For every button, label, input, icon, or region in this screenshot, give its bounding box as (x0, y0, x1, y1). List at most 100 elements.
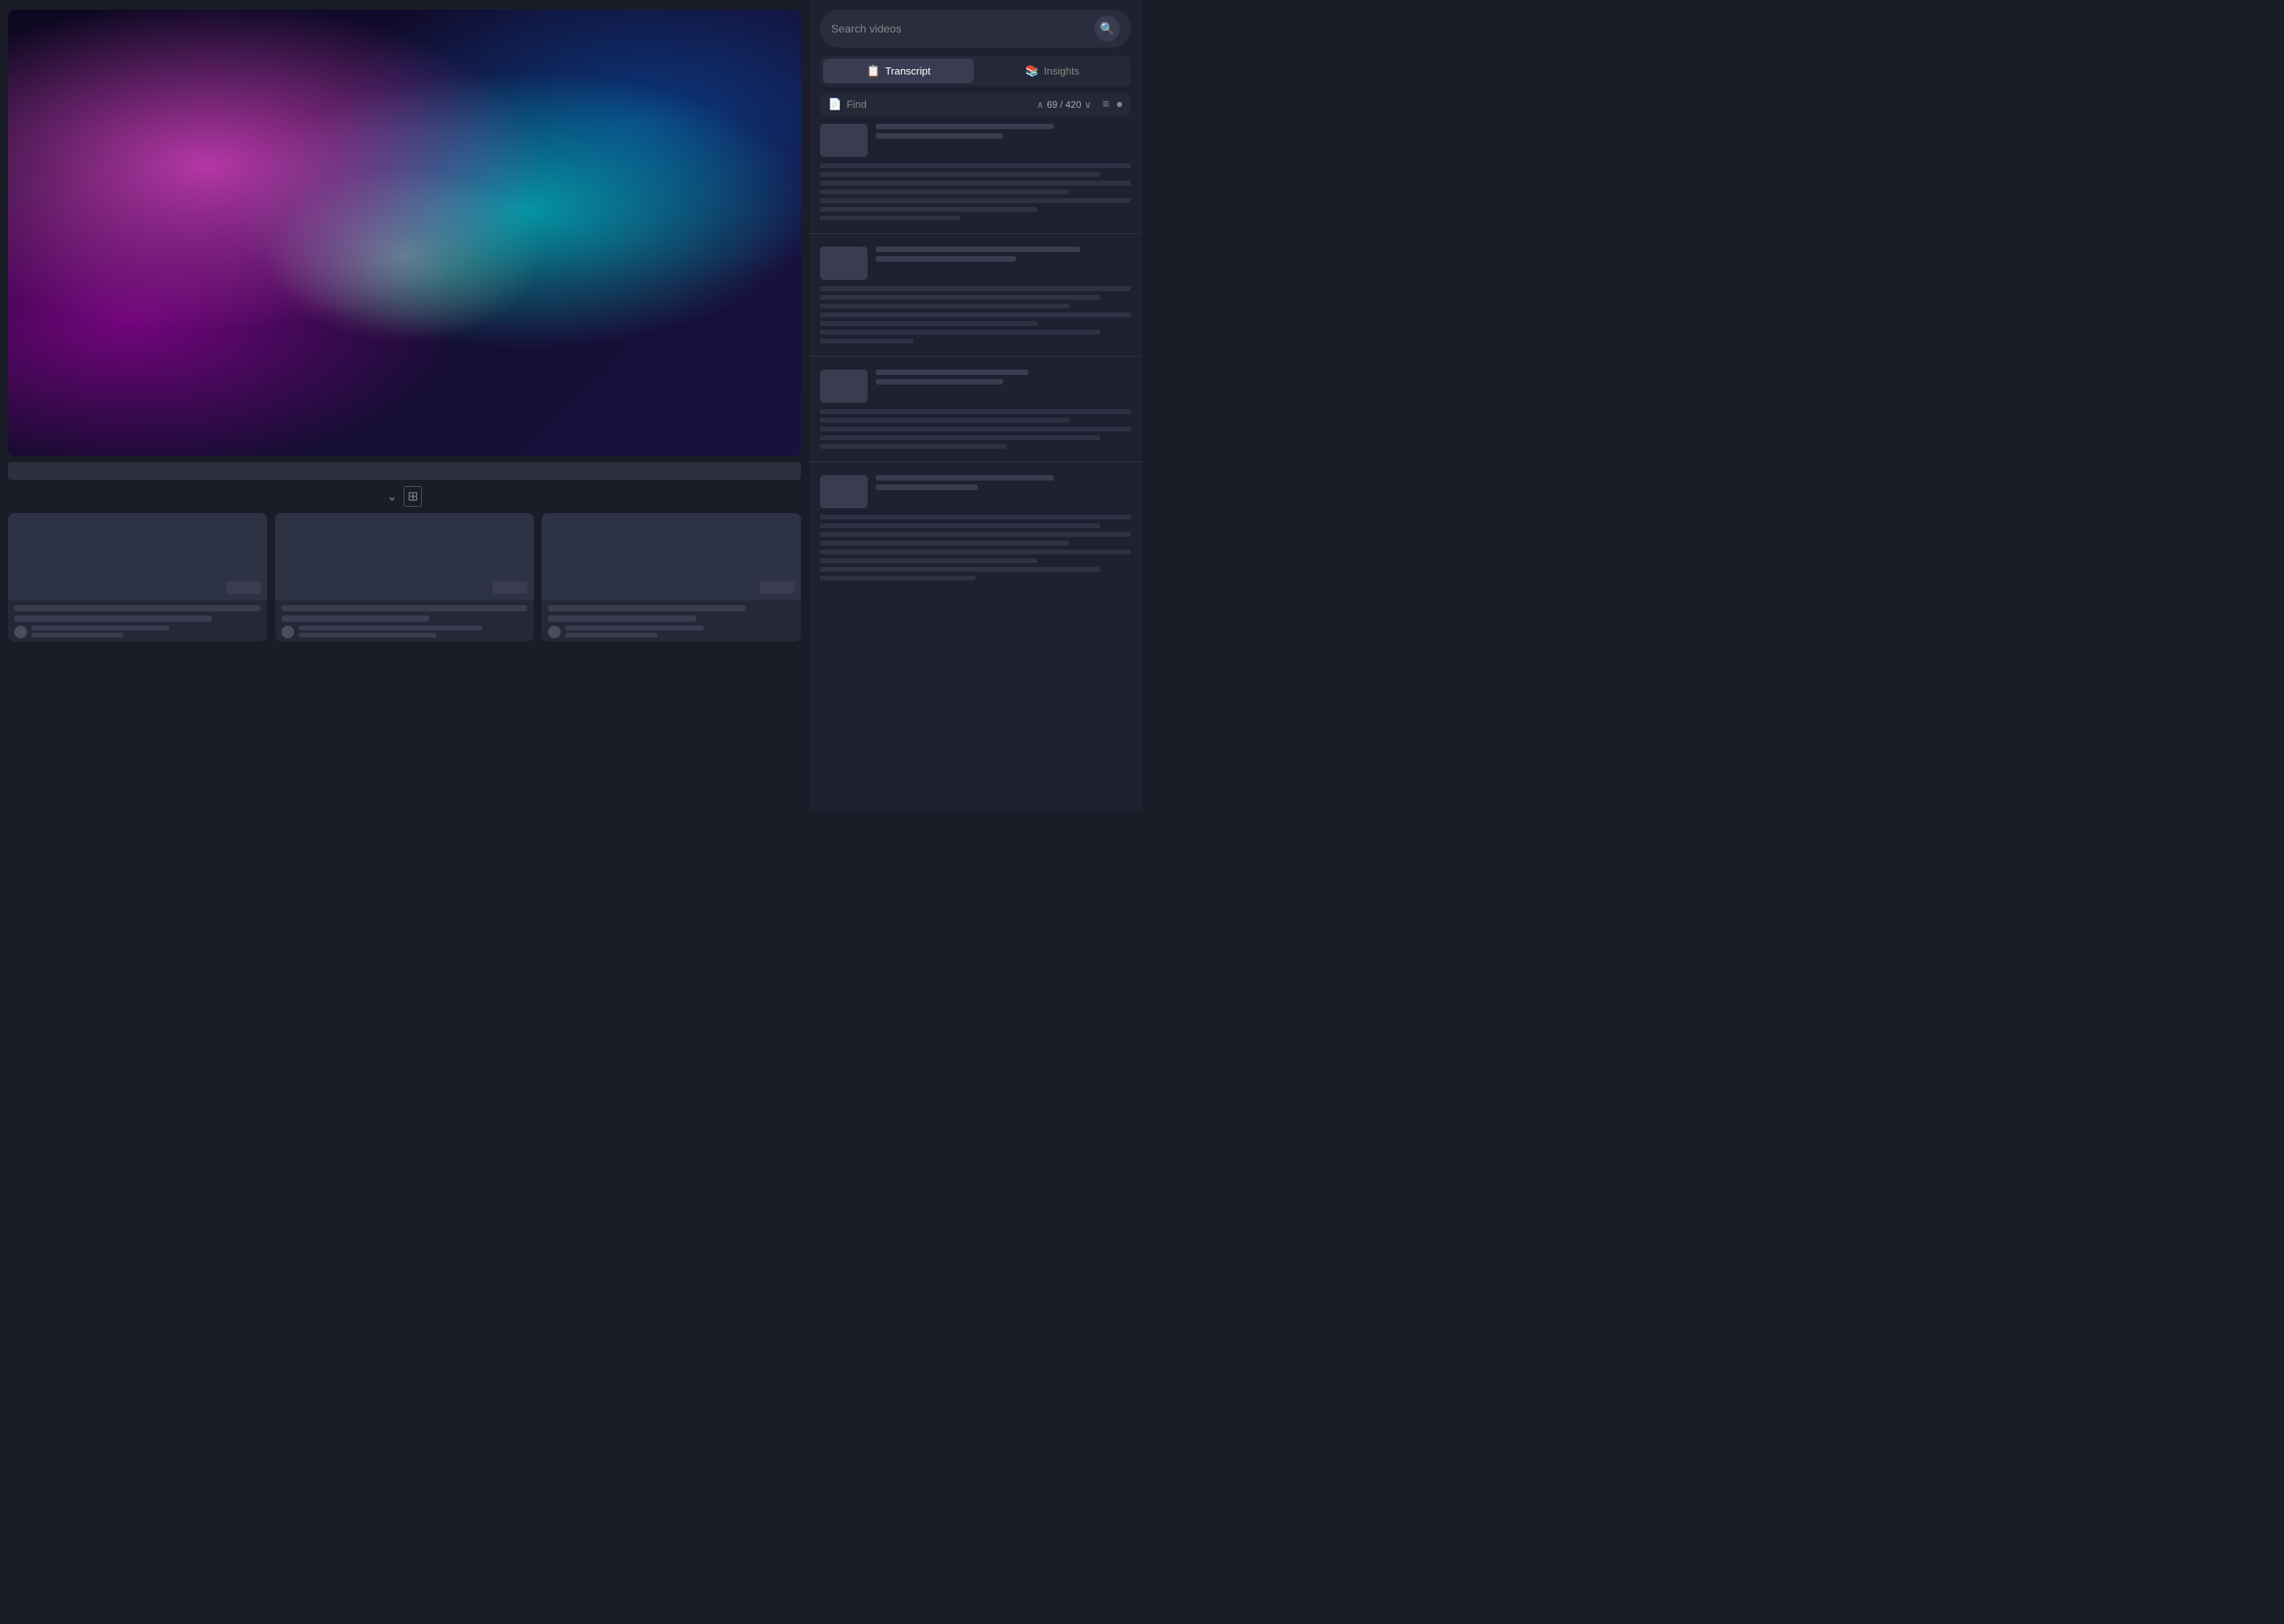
transcript-body (820, 409, 1131, 449)
transcript-text-line (820, 567, 1100, 572)
transcript-text-line (820, 286, 1131, 291)
video-card-info (8, 600, 267, 642)
transcript-item (820, 370, 1131, 449)
video-thumbnail-main (8, 10, 801, 456)
left-panel: ⌄ ⊞ (0, 0, 809, 812)
transcript-title-line (876, 475, 1054, 481)
find-total: 420 (1065, 99, 1081, 110)
search-input[interactable]: Search videos (831, 22, 1088, 35)
tab-insights[interactable]: 📚 Insights (977, 59, 1128, 83)
tab-insights-label: Insights (1044, 65, 1079, 77)
transcript-icon: 📋 (867, 64, 880, 78)
video-title-line (282, 605, 528, 611)
transcript-text-line (820, 558, 1037, 563)
transcript-title-line (876, 124, 1054, 129)
video-player[interactable] (8, 10, 801, 456)
transcript-text-line (820, 409, 1131, 414)
transcript-text-line (820, 198, 1131, 203)
find-navigation: ∧ 69 / 420 ∨ (1037, 99, 1091, 110)
video-title-line (548, 615, 696, 622)
find-row: 📄 Find ∧ 69 / 420 ∨ ≡ ● (820, 93, 1131, 116)
video-title-line (14, 615, 212, 622)
meta-line-secondary (565, 633, 657, 638)
meta-line-secondary (299, 633, 436, 638)
avatar (14, 626, 27, 638)
transcript-text-line (820, 550, 1131, 554)
transcript-subtitle-line (876, 133, 1003, 139)
transcript-thumbnail (820, 370, 868, 403)
video-meta-row (282, 626, 528, 638)
video-card[interactable] (275, 513, 535, 642)
video-card-thumbnail (8, 513, 267, 600)
view-controls-row: ⌄ ⊞ (8, 486, 801, 507)
transcript-thumbnail (820, 124, 868, 157)
find-prev-button[interactable]: ∧ (1037, 99, 1044, 110)
video-card[interactable] (542, 513, 801, 642)
transcript-text-line (820, 541, 1069, 546)
transcript-text-line (820, 172, 1100, 177)
transcript-item (820, 475, 1131, 580)
transcript-text-line (820, 418, 1069, 423)
video-card-info (542, 600, 801, 642)
transcript-text-line (820, 523, 1100, 528)
transcript-item (820, 124, 1131, 220)
transcript-thumbnail (820, 475, 868, 508)
transcript-content (809, 116, 1142, 804)
meta-lines (299, 626, 528, 638)
right-panel: Search videos 🔍 📋 Transcript 📚 Insights … (809, 0, 1142, 812)
meta-lines (32, 626, 261, 638)
transcript-body (820, 286, 1131, 343)
transcript-item-header (820, 475, 1131, 508)
collapse-icon[interactable]: ⌄ (387, 488, 397, 504)
video-title-line (548, 605, 745, 611)
search-button[interactable]: 🔍 (1094, 16, 1120, 41)
transcript-subtitle-line (876, 485, 978, 490)
transcript-text-line (820, 515, 1131, 519)
meta-line (32, 626, 169, 630)
transcript-text-line (820, 339, 914, 343)
video-progress-bar[interactable] (8, 462, 801, 480)
transcript-item-header (820, 370, 1131, 403)
tab-transcript[interactable]: 📋 Transcript (823, 59, 974, 83)
pin-icon[interactable]: ● (1116, 98, 1123, 111)
video-title-line (282, 615, 429, 622)
grid-view-icon[interactable]: ⊞ (404, 486, 422, 507)
find-counter: 69 / 420 (1047, 99, 1081, 110)
tabs-row: 📋 Transcript 📚 Insights (820, 56, 1131, 86)
transcript-title-block (876, 475, 1131, 490)
transcript-divider (809, 233, 1142, 234)
transcript-text-line (820, 330, 1100, 335)
transcript-text-line (820, 576, 975, 580)
transcript-title-block (876, 370, 1131, 385)
transcript-divider (809, 356, 1142, 357)
transcript-text-line (820, 532, 1131, 537)
transcript-text-line (820, 295, 1100, 300)
transcript-text-line (820, 435, 1100, 440)
video-card-info (275, 600, 535, 642)
find-input[interactable]: Find (846, 98, 1032, 110)
meta-line (565, 626, 703, 630)
find-next-button[interactable]: ∨ (1084, 99, 1091, 110)
transcript-body (820, 515, 1131, 580)
transcript-item (820, 247, 1131, 343)
search-bar[interactable]: Search videos 🔍 (820, 10, 1131, 48)
tab-transcript-label: Transcript (885, 65, 930, 77)
transcript-body (820, 163, 1131, 220)
video-duration-badge (492, 581, 527, 594)
video-card[interactable] (8, 513, 267, 642)
transcript-title-line (876, 370, 1029, 375)
avatar (282, 626, 294, 638)
find-actions: ≡ ● (1102, 98, 1123, 111)
transcript-title-line (876, 247, 1080, 252)
video-title-line (14, 605, 261, 611)
transcript-text-line (820, 207, 1037, 212)
transcript-item-header (820, 124, 1131, 157)
transcript-text-line (820, 444, 1006, 449)
transcript-title-block (876, 247, 1131, 262)
transcript-text-line (820, 427, 1131, 431)
transcript-thumbnail (820, 247, 868, 280)
filter-icon[interactable]: ≡ (1102, 98, 1109, 111)
video-duration-badge (760, 581, 795, 594)
avatar (548, 626, 561, 638)
video-card-thumbnail (275, 513, 535, 600)
